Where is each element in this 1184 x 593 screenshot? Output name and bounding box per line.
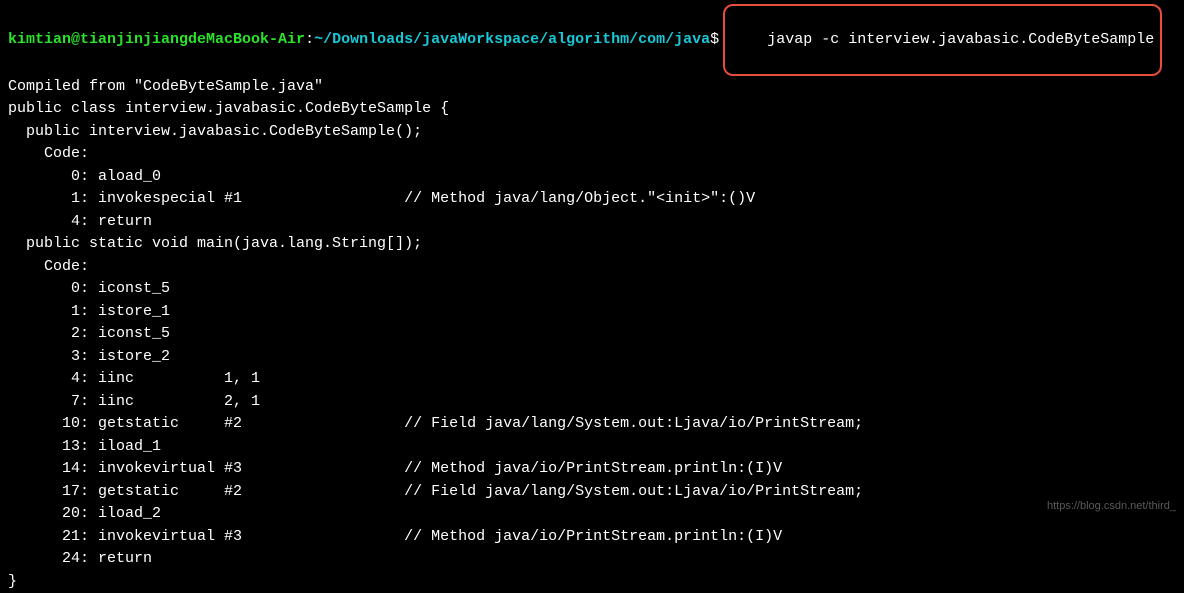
output-line: Code: bbox=[8, 256, 1176, 279]
command-text: javap -c interview.javabasic.CodeByteSam… bbox=[767, 31, 1154, 48]
output-line: public static void main(java.lang.String… bbox=[8, 233, 1176, 256]
output-line: 10: getstatic #2 // Field java/lang/Syst… bbox=[8, 413, 1176, 436]
output-line: 1: istore_1 bbox=[8, 301, 1176, 324]
output-line: 14: invokevirtual #3 // Method java/io/P… bbox=[8, 458, 1176, 481]
output-line: 4: iinc 1, 1 bbox=[8, 368, 1176, 391]
output-line: 0: aload_0 bbox=[8, 166, 1176, 189]
output-line: Compiled from "CodeByteSample.java" bbox=[8, 76, 1176, 99]
prompt-path: ~/Downloads/javaWorkspace/algorithm/com/… bbox=[314, 29, 710, 52]
output-line: 7: iinc 2, 1 bbox=[8, 391, 1176, 414]
output-line: 17: getstatic #2 // Field java/lang/Syst… bbox=[8, 481, 1176, 504]
output-line: 24: return bbox=[8, 548, 1176, 571]
prompt-user-host: kimtian@tianjinjiangdeMacBook-Air bbox=[8, 29, 305, 52]
output-line: 21: invokevirtual #3 // Method java/io/P… bbox=[8, 526, 1176, 549]
output-line: 0: iconst_5 bbox=[8, 278, 1176, 301]
output-line: Code: bbox=[8, 143, 1176, 166]
output-line: 2: iconst_5 bbox=[8, 323, 1176, 346]
watermark-text: https://blog.csdn.net/third_ bbox=[1047, 498, 1176, 515]
output-line: 3: istore_2 bbox=[8, 346, 1176, 369]
prompt-colon: : bbox=[305, 29, 314, 52]
output-line: public class interview.javabasic.CodeByt… bbox=[8, 98, 1176, 121]
output-line: } bbox=[8, 571, 1176, 593]
output-line: 1: invokespecial #1 // Method java/lang/… bbox=[8, 188, 1176, 211]
output-line: 20: iload_2 bbox=[8, 503, 1176, 526]
output-line: 4: return bbox=[8, 211, 1176, 234]
command-highlight-box: javap -c interview.javabasic.CodeByteSam… bbox=[723, 4, 1162, 76]
output-line: public interview.javabasic.CodeByteSampl… bbox=[8, 121, 1176, 144]
terminal-prompt-line[interactable]: kimtian@tianjinjiangdeMacBook-Air:~/Down… bbox=[8, 4, 1176, 76]
output-line: 13: iload_1 bbox=[8, 436, 1176, 459]
prompt-dollar: $ bbox=[710, 29, 719, 52]
